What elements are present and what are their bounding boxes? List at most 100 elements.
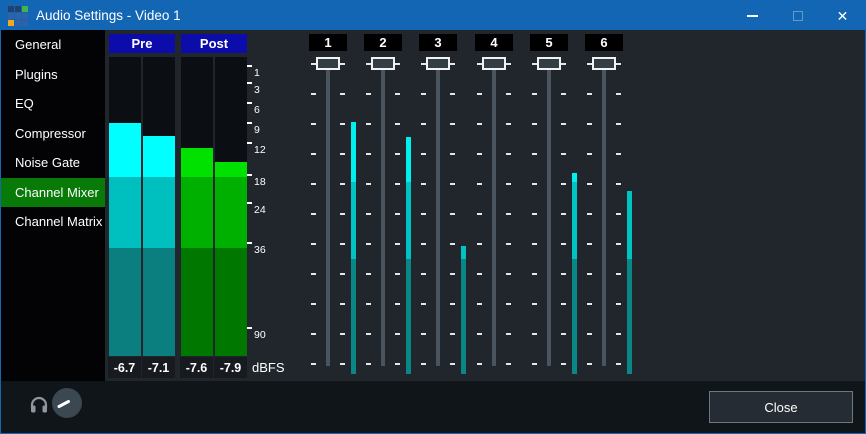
slider-tick <box>477 243 482 245</box>
slider-tick <box>616 243 621 245</box>
channel-slider-handle[interactable] <box>371 57 395 70</box>
slider-tick <box>506 213 511 215</box>
app-logo-cell <box>8 20 14 26</box>
slider-tick <box>506 183 511 185</box>
scale-tick-label: 18 <box>254 176 266 188</box>
channel-slider-track[interactable] <box>326 59 330 366</box>
slider-tick <box>421 303 426 305</box>
channel-slider-track[interactable] <box>602 59 606 366</box>
slider-tick <box>395 303 400 305</box>
slider-tick <box>616 333 621 335</box>
slider-tick <box>366 153 371 155</box>
slider-tick <box>366 183 371 185</box>
close-window-button[interactable]: ✕ <box>820 1 865 30</box>
slider-tick <box>506 333 511 335</box>
sidebar-item-plugins[interactable]: Plugins <box>1 60 105 90</box>
sidebar-item-channel-mixer[interactable]: Channel Mixer <box>1 178 105 208</box>
close-button[interactable]: Close <box>709 391 853 423</box>
headphones-volume-knob[interactable] <box>52 388 82 418</box>
minimize-button[interactable] <box>730 1 775 30</box>
channel-slider-handle[interactable] <box>426 57 450 70</box>
slider-tick <box>311 333 316 335</box>
scale-tick <box>247 327 252 329</box>
slider-tick <box>506 273 511 275</box>
slider-tick <box>561 363 566 365</box>
slider-tick <box>477 93 482 95</box>
scale-tick <box>247 142 252 144</box>
slider-tick <box>532 183 537 185</box>
sidebar-item-general[interactable]: General <box>1 30 105 60</box>
channel-slider-handle[interactable] <box>482 57 506 70</box>
slider-tick <box>450 63 455 65</box>
app-logo-cell <box>15 6 21 12</box>
channel-meter-segment <box>572 182 577 259</box>
sidebar-item-noise-gate[interactable]: Noise Gate <box>1 148 105 178</box>
channel-meter-segment <box>351 122 356 182</box>
slider-tick <box>395 153 400 155</box>
slider-tick <box>616 153 621 155</box>
meter-value: -7.6 <box>180 357 213 378</box>
channel-header-2: 2 <box>364 34 402 51</box>
slider-tick <box>366 123 371 125</box>
channel-slider-track[interactable] <box>547 59 551 366</box>
slider-tick <box>506 363 511 365</box>
slider-tick <box>587 303 592 305</box>
caption-buttons: ✕ <box>730 1 865 30</box>
channel-slider-handle[interactable] <box>316 57 340 70</box>
meter-group-header-pre: Pre <box>109 34 175 53</box>
channel-meter-segment <box>627 259 632 374</box>
slider-tick <box>366 333 371 335</box>
slider-tick <box>477 213 482 215</box>
channel-slider-track[interactable] <box>381 59 385 366</box>
slider-tick <box>561 273 566 275</box>
slider-tick <box>587 93 592 95</box>
slider-tick <box>395 123 400 125</box>
slider-tick <box>616 303 621 305</box>
slider-tick <box>450 93 455 95</box>
slider-tick <box>421 243 426 245</box>
scale-tick-label: 9 <box>254 124 260 136</box>
slider-tick <box>340 63 345 65</box>
slider-tick <box>340 213 345 215</box>
slider-tick <box>311 303 316 305</box>
scale-tick-label: 1 <box>254 67 260 79</box>
slider-tick <box>616 93 621 95</box>
channel-slider-handle[interactable] <box>537 57 561 70</box>
app-logo-cell <box>22 20 28 26</box>
minimize-icon <box>747 15 758 17</box>
slider-tick <box>311 93 316 95</box>
meter-unit-label: dBFS <box>252 360 285 375</box>
slider-tick <box>561 303 566 305</box>
slider-tick <box>477 303 482 305</box>
slider-tick <box>561 333 566 335</box>
slider-tick <box>340 183 345 185</box>
slider-tick <box>587 153 592 155</box>
channel-meter-segment <box>351 182 356 259</box>
channel-slider-track[interactable] <box>492 59 496 366</box>
slider-tick <box>366 213 371 215</box>
channel-meter-segment <box>572 173 577 182</box>
headphones-icon[interactable] <box>29 394 49 414</box>
slider-tick <box>506 123 511 125</box>
scale-tick-label: 24 <box>254 204 266 216</box>
app-logo-cell <box>15 20 21 26</box>
meter-value: -6.7 <box>108 357 141 378</box>
sidebar-item-compressor[interactable]: Compressor <box>1 119 105 149</box>
meter-bar-segment <box>109 123 141 177</box>
channel-meter-segment <box>406 137 411 182</box>
slider-tick <box>340 243 345 245</box>
scale-tick-label: 3 <box>254 84 260 96</box>
slider-tick <box>450 333 455 335</box>
meter-bar-segment <box>181 177 213 248</box>
slider-tick <box>587 123 592 125</box>
sidebar-item-eq[interactable]: EQ <box>1 89 105 119</box>
slider-tick <box>477 273 482 275</box>
channel-slider-handle[interactable] <box>592 57 616 70</box>
channel-slider-track[interactable] <box>436 59 440 366</box>
sidebar-item-channel-matrix[interactable]: Channel Matrix <box>1 207 105 237</box>
slider-tick <box>311 243 316 245</box>
slider-tick <box>421 273 426 275</box>
slider-tick <box>450 213 455 215</box>
slider-tick <box>395 63 400 65</box>
audio-settings-window: Audio Settings - Video 1 ✕ GeneralPlugin… <box>0 0 866 434</box>
